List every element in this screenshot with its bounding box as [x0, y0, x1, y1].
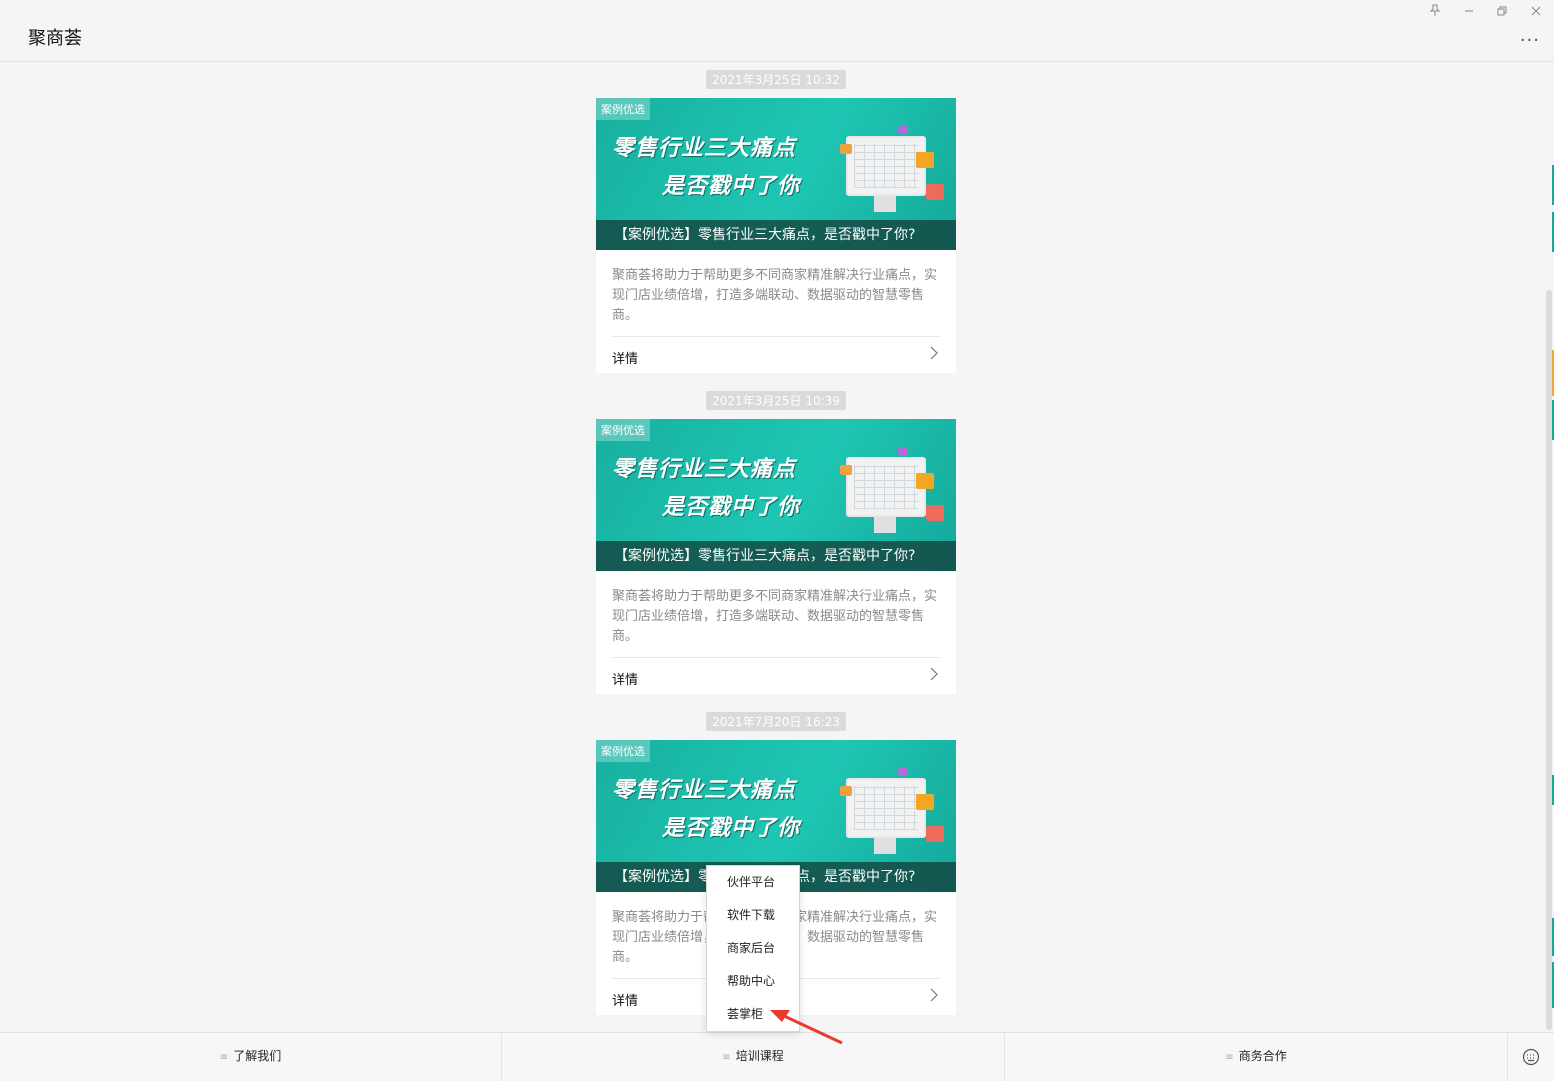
- tab-training-courses[interactable]: ≡ 培训课程: [502, 1033, 1005, 1081]
- menu-icon: ≡: [219, 1052, 229, 1063]
- message-timestamp: 2021年7月20日 16:23: [706, 712, 846, 731]
- sticker-graphic: [916, 152, 934, 168]
- pos-monitor-illustration: [846, 136, 926, 212]
- article-description: 聚商荟将助力于帮助更多不同商家精准解决行业痛点，实现门店业绩倍增，打造多端联动、…: [612, 250, 940, 337]
- restore-icon[interactable]: [1494, 4, 1510, 20]
- detail-label: 详情: [612, 673, 639, 688]
- close-icon[interactable]: [1528, 4, 1544, 20]
- banner-headline-line2: 是否戳中了你: [662, 495, 801, 520]
- menu-item-merchant-backend[interactable]: 商家后台: [707, 932, 799, 965]
- sticker-graphic: [916, 473, 934, 489]
- annotation-arrow-icon: [770, 1010, 843, 1045]
- more-options-button[interactable]: ···: [1520, 30, 1540, 51]
- banner-headline-line1: 零售行业三大痛点: [612, 136, 797, 161]
- article-card[interactable]: 案例优选 零售行业三大痛点 是否戳中了你 【案例优选】零售行业三大痛点，是否戳中…: [596, 419, 956, 694]
- detail-link[interactable]: 详情: [612, 337, 940, 373]
- article-tag: 案例优选: [596, 98, 650, 120]
- sticker-graphic: [840, 786, 852, 796]
- menu-item-help-center[interactable]: 帮助中心: [707, 965, 799, 998]
- banner-headline-line1: 零售行业三大痛点: [612, 778, 797, 803]
- sticker-graphic: [926, 826, 944, 842]
- title-bar: 聚商荟 ···: [0, 0, 1554, 62]
- keyboard-icon[interactable]: [1508, 1033, 1554, 1081]
- detail-label: 详情: [612, 352, 639, 367]
- banner-headline-line1: 零售行业三大痛点: [612, 457, 797, 482]
- article-tag: 案例优选: [596, 740, 650, 762]
- menu-icon: ≡: [1225, 1052, 1234, 1063]
- tab-about-us[interactable]: ≡ 了解我们: [0, 1033, 502, 1081]
- chevron-right-icon: [930, 988, 938, 1006]
- article-description: 聚商荟将助力于帮助更多不同商家精准解决行业痛点，实现门店业绩倍增，打造多端联动、…: [612, 571, 940, 658]
- message-timestamp: 2021年3月25日 10:39: [706, 391, 846, 410]
- sticker-graphic: [926, 505, 944, 521]
- article-banner-image[interactable]: 案例优选 零售行业三大痛点 是否戳中了你 【案例优选】零售行业三大痛点，是否戳中…: [596, 419, 956, 571]
- menu-icon: ≡: [722, 1052, 731, 1063]
- sticker-graphic: [840, 465, 852, 475]
- article-banner-image[interactable]: 案例优选 零售行业三大痛点 是否戳中了你 【案例优选】零售行业三大痛点，是否戳中…: [596, 98, 956, 250]
- detail-label: 详情: [612, 994, 639, 1009]
- message-timestamp: 2021年3月25日 10:32: [706, 70, 846, 89]
- menu-item-partner-platform[interactable]: 伙伴平台: [707, 866, 799, 899]
- article-title: 【案例优选】零售行业三大痛点，是否戳中了你?: [596, 541, 956, 571]
- tab-label: 了解我们: [233, 1049, 282, 1063]
- sticker-graphic: [926, 184, 944, 200]
- banner-headline-line2: 是否戳中了你: [662, 174, 801, 199]
- banner-headline-line2: 是否戳中了你: [662, 816, 801, 841]
- sticker-graphic: [840, 144, 852, 154]
- tab-label: 商务合作: [1238, 1049, 1287, 1063]
- menu-item-software-download[interactable]: 软件下载: [707, 899, 799, 932]
- article-tag: 案例优选: [596, 419, 650, 441]
- sticker-graphic: [898, 447, 908, 455]
- article-title: 【案例优选】零售行业三大痛点，是否戳中了你?: [596, 220, 956, 250]
- window-title: 聚商荟: [28, 28, 82, 49]
- chevron-right-icon: [930, 667, 938, 685]
- chevron-right-icon: [930, 346, 938, 364]
- article-card[interactable]: 案例优选 零售行业三大痛点 是否戳中了你 【案例优选】零售行业三大痛点，是否戳中…: [596, 98, 956, 373]
- pos-monitor-illustration: [846, 778, 926, 854]
- pin-icon[interactable]: [1427, 4, 1443, 20]
- tab-business-cooperation[interactable]: ≡ 商务合作: [1005, 1033, 1508, 1081]
- sticker-graphic: [898, 768, 908, 776]
- minimize-icon[interactable]: [1461, 4, 1477, 20]
- sticker-graphic: [898, 126, 908, 134]
- sticker-graphic: [916, 794, 934, 810]
- pos-monitor-illustration: [846, 457, 926, 533]
- tab-label: 培训课程: [735, 1049, 784, 1063]
- detail-link[interactable]: 详情: [612, 658, 940, 694]
